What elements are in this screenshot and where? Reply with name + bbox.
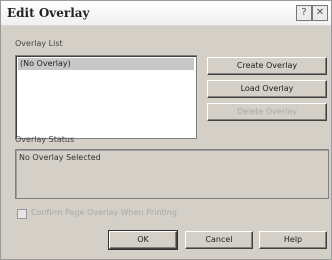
cancel-button[interactable]: Cancel [185, 231, 253, 249]
list-item[interactable]: (No Overlay) [18, 58, 194, 70]
title-bar: Edit Overlay ? ✕ [1, 1, 331, 26]
confirm-overlay-label: Confirm Page Overlay When Printing [31, 208, 177, 217]
window-title: Edit Overlay [7, 6, 90, 20]
overlay-status-box: No Overlay Selected [15, 149, 329, 199]
delete-overlay-button[interactable]: Delete Overlay [207, 103, 327, 121]
close-icon[interactable]: ✕ [312, 5, 328, 21]
edit-overlay-dialog: Edit Overlay ? ✕ Overlay List (No Overla… [0, 0, 332, 260]
ok-button[interactable]: OK [108, 230, 178, 250]
overlay-list[interactable]: (No Overlay) [15, 55, 197, 139]
overlay-list-label: Overlay List [15, 39, 63, 48]
create-overlay-button[interactable]: Create Overlay [207, 57, 327, 75]
overlay-status-text: No Overlay Selected [19, 153, 101, 162]
load-overlay-button[interactable]: Load Overlay [207, 80, 327, 98]
help-button[interactable]: Help [259, 231, 327, 249]
help-icon[interactable]: ? [296, 5, 312, 21]
confirm-overlay-checkbox[interactable] [17, 209, 27, 219]
overlay-status-label: Overlay Status [15, 135, 75, 144]
